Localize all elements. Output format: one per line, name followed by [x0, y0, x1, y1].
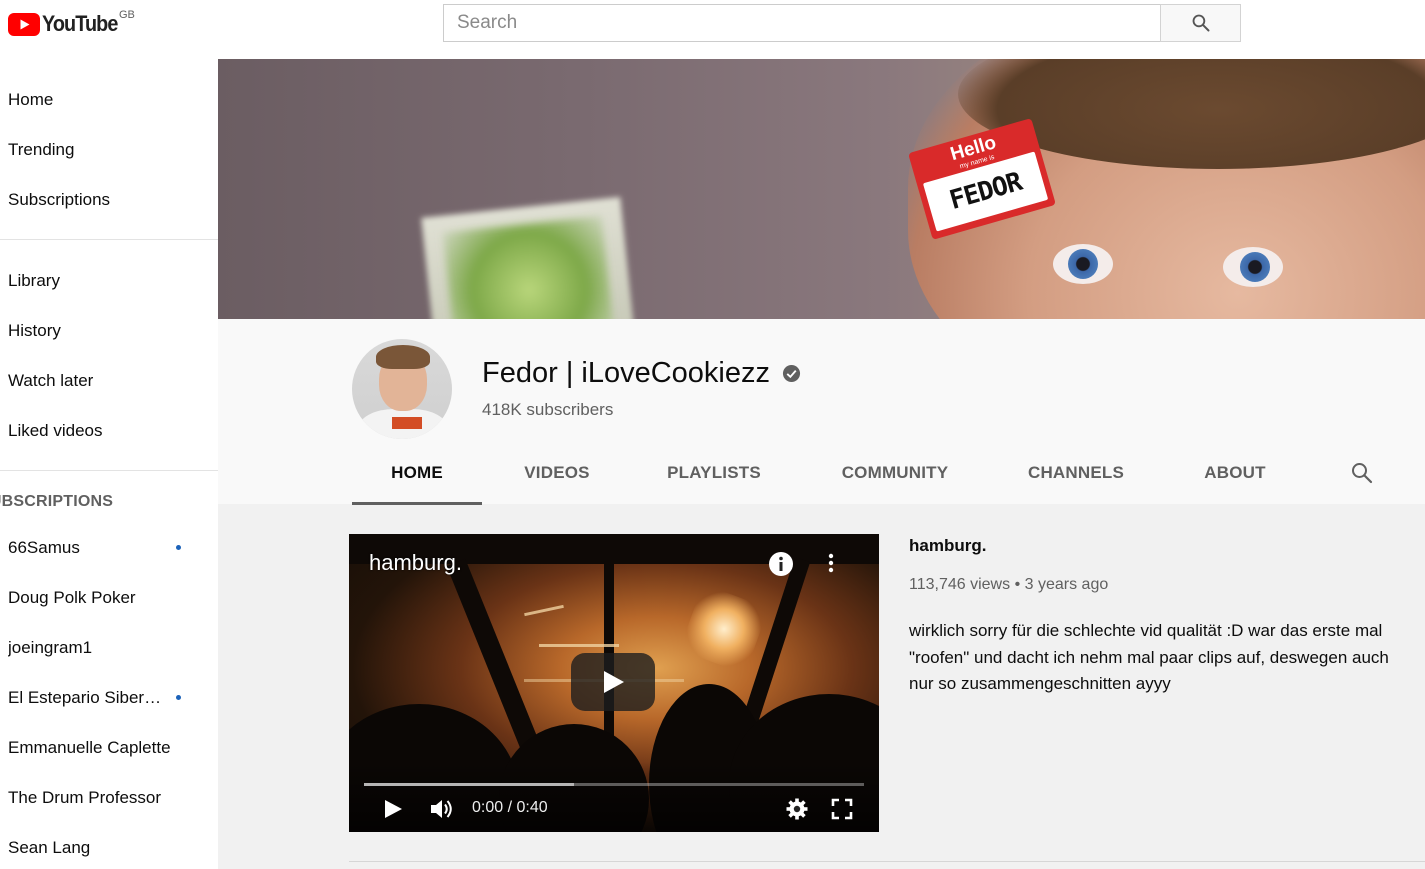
subscription-item[interactable]: Doug Polk Poker	[8, 588, 168, 608]
subscription-item[interactable]: 66Samus	[8, 538, 168, 558]
scene-truck-lights	[679, 584, 769, 674]
subscription-item[interactable]: The Drum Professor	[8, 788, 168, 808]
search-button[interactable]	[1160, 4, 1241, 42]
fullscreen-icon[interactable]	[830, 796, 854, 822]
tab-home[interactable]: HOME	[352, 449, 482, 505]
scene-road-line	[524, 604, 564, 617]
video-player[interactable]: hamburg. 0:00 / 0:40	[349, 534, 879, 832]
content-divider	[349, 861, 1425, 862]
sidebar-item-home[interactable]: Home	[8, 90, 53, 110]
info-icon[interactable]	[768, 551, 794, 577]
sidebar-item-trending[interactable]: Trending	[8, 140, 74, 160]
settings-gear-icon[interactable]	[785, 796, 809, 822]
subscriptions-heading: SUBSCRIPTIONS	[0, 493, 114, 510]
view-count: 113,746 views	[909, 576, 1011, 593]
progress-bar[interactable]	[364, 783, 864, 786]
sidebar-item-library[interactable]: Library	[8, 271, 60, 291]
region-code: GB	[119, 9, 135, 21]
search-input[interactable]	[443, 4, 1161, 42]
player-video-title[interactable]: hamburg.	[369, 550, 462, 576]
time-display: 0:00 / 0:40	[472, 799, 548, 816]
progress-loaded	[364, 783, 574, 786]
video-metadata: 113,746 views • 3 years ago	[909, 576, 1108, 594]
search-box	[443, 4, 1241, 42]
banner-iris	[1068, 249, 1098, 279]
subscription-item[interactable]: Emmanuelle Caplette	[8, 738, 183, 758]
play-icon	[604, 671, 624, 693]
tab-channels[interactable]: CHANNELS	[1017, 449, 1135, 502]
avatar-shirt-stripe	[392, 417, 422, 429]
sidebar-item-liked-videos[interactable]: Liked videos	[8, 421, 103, 441]
scene-road-line	[539, 644, 619, 647]
volume-icon[interactable]	[429, 796, 457, 822]
youtube-logo[interactable]: YouTube GB	[8, 9, 135, 37]
channel-tabs: HOME VIDEOS PLAYLISTS COMMUNITY CHANNELS…	[352, 449, 1412, 505]
more-vertical-icon[interactable]	[825, 551, 837, 577]
channel-name: Fedor | iLoveCookiezz	[482, 357, 771, 389]
tab-community[interactable]: COMMUNITY	[828, 449, 962, 502]
verified-badge-icon	[782, 364, 801, 383]
avatar-hair	[376, 345, 430, 369]
channel-search-icon[interactable]	[1350, 461, 1374, 485]
tab-about[interactable]: ABOUT	[1190, 449, 1280, 502]
upload-age: 3 years ago	[1024, 576, 1109, 593]
search-icon	[1192, 14, 1210, 32]
masthead: YouTube GB	[0, 0, 1425, 59]
subscription-item[interactable]: Sean Lang	[8, 838, 168, 858]
new-content-dot	[176, 545, 181, 550]
youtube-play-icon	[8, 12, 40, 36]
channel-header: Fedor | iLoveCookiezz 418K subscribers H…	[218, 319, 1425, 505]
tab-videos[interactable]: VIDEOS	[502, 449, 612, 502]
sidebar: Home Trending Subscriptions Library Hist…	[0, 59, 218, 869]
subscriber-count: 418K subscribers	[482, 400, 614, 419]
video-description: wirklich sorry für die schlechte vid qua…	[909, 621, 1389, 693]
banner-window-view	[442, 215, 614, 319]
featured-video-title[interactable]: hamburg.	[909, 536, 986, 556]
channel-banner: Hello my name is FEDOR	[218, 59, 1425, 319]
new-content-dot	[176, 695, 181, 700]
sidebar-divider	[0, 239, 218, 240]
channel-name-row: Fedor | iLoveCookiezz	[482, 357, 801, 390]
channel-avatar[interactable]	[352, 339, 452, 439]
subscription-item[interactable]: joeingram1	[8, 638, 168, 658]
sidebar-item-watch-later[interactable]: Watch later	[8, 371, 93, 391]
subscription-item[interactable]: El Estepario Siberiano	[8, 688, 162, 708]
large-play-button[interactable]	[571, 653, 655, 711]
logo-wordmark: YouTube	[42, 11, 118, 36]
meta-separator: •	[1014, 576, 1021, 593]
tab-playlists[interactable]: PLAYLISTS	[650, 449, 778, 502]
sidebar-divider	[0, 470, 218, 471]
banner-iris	[1240, 252, 1270, 282]
play-icon[interactable]	[382, 796, 404, 822]
sidebar-item-subscriptions[interactable]: Subscriptions	[8, 190, 110, 210]
sidebar-item-history[interactable]: History	[8, 321, 61, 341]
